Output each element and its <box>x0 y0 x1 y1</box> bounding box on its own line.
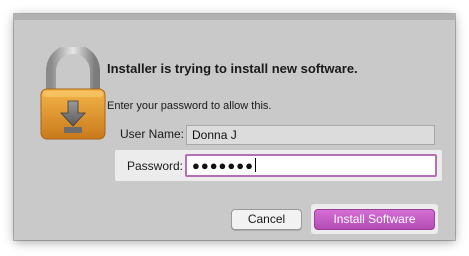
username-label: User Name: <box>119 127 184 141</box>
password-field[interactable]: ●●●●●●● <box>185 154 437 177</box>
authentication-dialog: Installer is trying to install new softw… <box>14 14 455 240</box>
install-button-focus-ring: Install Software <box>311 204 438 234</box>
password-label: Password: <box>126 159 183 173</box>
text-caret <box>254 158 256 172</box>
password-row: Password: ●●●●●●● <box>115 150 442 181</box>
username-field[interactable]: Donna J <box>186 125 435 145</box>
install-software-button[interactable]: Install Software <box>314 209 435 230</box>
dialog-subtitle: Enter your password to allow this. <box>107 100 272 112</box>
cancel-button[interactable]: Cancel <box>231 209 302 230</box>
password-value: ●●●●●●● <box>192 158 254 173</box>
lock-icon <box>40 47 106 140</box>
dialog-title: Installer is trying to install new softw… <box>107 61 358 76</box>
